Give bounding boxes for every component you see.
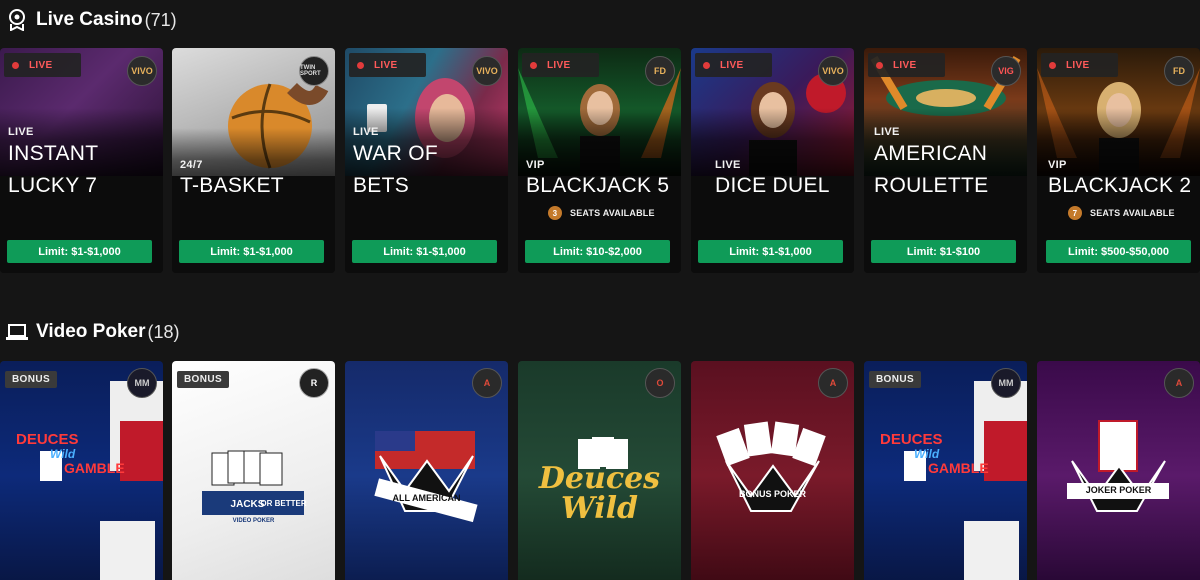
card-name-line-2: T-BASKET <box>180 174 284 197</box>
card-name-line-2: BLACKJACK 5 <box>526 174 670 197</box>
game-title-line-1: ALL AMERICAN <box>392 493 461 503</box>
live-badge: LIVE <box>522 53 599 77</box>
video-poker-title[interactable]: Video Poker <box>36 321 145 343</box>
provider-logo-icon: A <box>472 368 502 398</box>
provider-logo-icon: O <box>645 368 675 398</box>
limit-button[interactable]: Limit: $1-$100 <box>871 240 1016 263</box>
provider-logo-icon: FD <box>1164 56 1194 86</box>
live-card-american-roulette[interactable]: LIVE VIG LIVE AMERICAN ROULETTE Limit: $… <box>864 48 1027 273</box>
game-title-line-2: Wild <box>561 491 638 526</box>
poker-card-all-american[interactable]: ALL AMERICAN A <box>345 361 508 580</box>
card-name-line-1: AMERICAN <box>874 142 988 165</box>
poker-card-deuces-wild-gamble-2[interactable]: DEUCES Wild GAMBLE BONUS MM <box>864 361 1027 580</box>
live-dot-icon <box>876 61 883 69</box>
live-card-blackjack-2[interactable]: LIVE FD VIP BLACKJACK 2 7 SEATS AVAILABLE… <box>1037 48 1200 273</box>
limit-button[interactable]: Limit: $500-$50,000 <box>1046 240 1191 263</box>
provider-logo-icon: A <box>818 368 848 398</box>
live-casino-row: LIVE VIVO LIVE INSTANT LUCKY 7 Limit: $1… <box>0 48 1200 274</box>
live-dot-icon <box>530 61 537 69</box>
game-title-line-1: DEUCES <box>880 431 943 448</box>
limit-button[interactable]: Limit: $1-$1,000 <box>7 240 152 263</box>
live-casino-title[interactable]: Live Casino <box>36 9 143 31</box>
live-badge: LIVE <box>4 53 81 77</box>
live-card-dice-duel[interactable]: LIVE VIVO LIVE DICE DUEL Limit: $1-$1,00… <box>691 48 854 273</box>
poker-card-bonus-poker[interactable]: BONUS POKER A <box>691 361 854 580</box>
video-poker-header: Video Poker (18) <box>0 317 180 347</box>
limit-button[interactable]: Limit: $1-$1,000 <box>179 240 324 263</box>
laptop-icon <box>4 319 30 345</box>
game-title-line-3: VIDEO POKER <box>232 518 275 524</box>
provider-logo-icon: VIVO <box>472 56 502 86</box>
poker-card-deuces-wild-gamble[interactable]: DEUCES Wild GAMBLE BONUS MM <box>0 361 163 580</box>
game-title-line-2: Wild <box>50 447 76 461</box>
live-badge: LIVE <box>349 53 426 77</box>
limit-button[interactable]: Limit: $1-$1,000 <box>352 240 497 263</box>
card-tag: LIVE <box>8 126 34 138</box>
game-title-line-1: BONUS POKER <box>738 489 806 499</box>
limit-button[interactable]: Limit: $1-$1,000 <box>698 240 843 263</box>
video-poker-row: DEUCES Wild GAMBLE BONUS MM JACKS OR BET… <box>0 361 1200 580</box>
provider-logo-icon: FD <box>645 56 675 86</box>
live-card-blackjack-5[interactable]: LIVE FD VIP BLACKJACK 5 3 SEATS AVAILABLE… <box>518 48 681 273</box>
bonus-badge: BONUS <box>5 371 57 388</box>
live-casino-header: Live Casino (71) <box>0 5 177 35</box>
live-badge: LIVE <box>868 53 945 77</box>
card-tag: LIVE <box>353 126 379 138</box>
live-dot-icon <box>12 61 19 69</box>
poker-card-deuces-wild[interactable]: Deuces Wild O <box>518 361 681 580</box>
game-title-line-2: OR BETTER <box>260 499 307 508</box>
provider-logo-icon: VIG <box>991 56 1021 86</box>
provider-logo-icon: MM <box>991 368 1021 398</box>
card-name-line-2: BETS <box>353 174 410 197</box>
provider-logo-icon: TWIN SPORT <box>299 56 329 86</box>
live-dot-icon <box>1049 61 1056 69</box>
game-title-line-3: GAMBLE <box>928 460 989 476</box>
poker-card-joker-poker[interactable]: JOKER POKER A <box>1037 361 1200 580</box>
seats-available: 3 SEATS AVAILABLE <box>548 206 655 220</box>
bonus-badge: BONUS <box>869 371 921 388</box>
live-badge: LIVE <box>1041 53 1118 77</box>
card-name-line-1: INSTANT <box>8 142 99 165</box>
game-title-line-2: Wild <box>914 447 940 461</box>
live-dot-icon <box>357 61 364 69</box>
card-name-line-2: BLACKJACK 2 <box>1048 174 1192 197</box>
casino-chip-icon <box>4 7 30 33</box>
limit-button[interactable]: Limit: $10-$2,000 <box>525 240 670 263</box>
bonus-badge: BONUS <box>177 371 229 388</box>
card-tag: LIVE <box>874 126 900 138</box>
provider-logo-icon: VIVO <box>127 56 157 86</box>
video-poker-count: (18) <box>147 321 180 342</box>
provider-logo-icon: A <box>1164 368 1194 398</box>
provider-logo-icon: VIVO <box>818 56 848 86</box>
provider-logo-icon: MM <box>127 368 157 398</box>
game-title-line-1: JOKER POKER <box>1085 485 1152 495</box>
card-name-line-1: WAR OF <box>353 142 439 165</box>
card-name-line-2: DICE DUEL <box>715 174 830 197</box>
game-title-line-1: DEUCES <box>16 431 79 448</box>
live-casino-count: (71) <box>144 9 177 30</box>
provider-logo-icon: R <box>299 368 329 398</box>
live-card-t-basket[interactable]: TWIN SPORT 24/7 T-BASKET Limit: $1-$1,00… <box>172 48 335 273</box>
live-dot-icon <box>703 61 710 69</box>
seat-count-badge: 7 <box>1068 206 1082 220</box>
seats-available: 7 SEATS AVAILABLE <box>1068 206 1175 220</box>
card-name-line-2: LUCKY 7 <box>8 174 98 197</box>
live-card-war-of-bets[interactable]: LIVE VIVO LIVE WAR OF BETS Limit: $1-$1,… <box>345 48 508 273</box>
game-title-line-3: GAMBLE <box>64 460 125 476</box>
poker-card-jacks-or-better[interactable]: JACKS OR BETTER VIDEO POKER BONUS R <box>172 361 335 580</box>
seat-count-badge: 3 <box>548 206 562 220</box>
live-card-instant-lucky-7[interactable]: LIVE VIVO LIVE INSTANT LUCKY 7 Limit: $1… <box>0 48 163 273</box>
card-name-line-2: ROULETTE <box>874 174 989 197</box>
live-badge: LIVE <box>695 53 772 77</box>
